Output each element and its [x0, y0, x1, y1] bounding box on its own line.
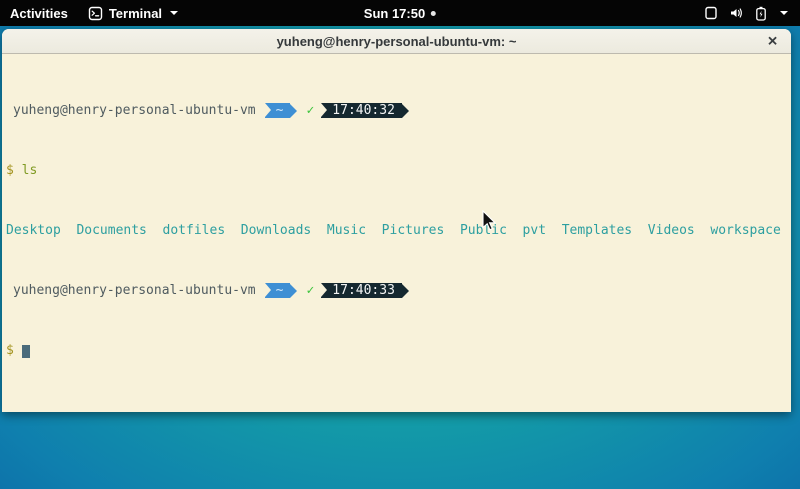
powerline-arrow-icon — [402, 104, 409, 118]
system-menu[interactable] — [692, 0, 800, 26]
desktop-background: Activities Terminal Sun 17:50 — [0, 0, 800, 489]
volume-icon — [729, 6, 744, 20]
prompt-time: 17:40:32 — [332, 103, 395, 118]
prompt-cwd: ~ — [276, 283, 284, 298]
command-line-current[interactable]: $ — [6, 343, 791, 358]
ls-output: Desktop Documents dotfiles Downloads Mus… — [6, 223, 791, 238]
terminal-cursor — [22, 345, 30, 358]
battery-charging-icon — [755, 6, 767, 21]
prompt-line: yuheng@henry-personal-ubuntu-vm ~ ✓ 17:4… — [6, 103, 791, 118]
top-bar: Activities Terminal Sun 17:50 — [0, 0, 800, 26]
app-menu-label: Terminal — [109, 6, 162, 21]
status-check-icon: ✓ — [306, 283, 314, 298]
command-line: $ ls — [6, 163, 791, 178]
prompt-cwd-segment: ~ — [265, 103, 291, 118]
prompt-cwd: ~ — [276, 103, 284, 118]
prompt-username: yuheng@henry-personal-ubuntu-vm — [13, 283, 265, 298]
powerline-arrow-icon — [290, 284, 297, 298]
powerline-arrow-icon — [402, 284, 409, 298]
prompt-time-segment: 17:40:32 — [321, 103, 402, 118]
powerline-arrow-icon — [290, 104, 297, 118]
prompt-time: 17:40:33 — [332, 283, 395, 298]
screen-icon — [704, 6, 718, 20]
chevron-down-icon — [170, 11, 178, 15]
clock-label: Sun 17:50 — [364, 6, 425, 21]
window-title: yuheng@henry-personal-ubuntu-vm: ~ — [277, 34, 517, 49]
activities-button[interactable]: Activities — [0, 0, 78, 26]
activities-label: Activities — [10, 6, 68, 21]
close-button[interactable]: ✕ — [767, 35, 778, 48]
clock-menu[interactable]: Sun 17:50 — [356, 0, 444, 26]
window-titlebar[interactable]: yuheng@henry-personal-ubuntu-vm: ~ ✕ — [2, 29, 791, 54]
chevron-down-icon — [780, 11, 788, 15]
prompt-username: yuheng@henry-personal-ubuntu-vm — [13, 103, 265, 118]
shell-prompt: $ — [6, 163, 14, 178]
mouse-pointer-icon — [482, 210, 498, 232]
prompt-time-segment: 17:40:33 — [321, 283, 402, 298]
prompt-line: yuheng@henry-personal-ubuntu-vm ~ ✓ 17:4… — [6, 283, 791, 298]
terminal-icon — [88, 6, 103, 21]
typed-command: ls — [22, 163, 38, 178]
app-menu[interactable]: Terminal — [78, 0, 188, 26]
status-check-icon: ✓ — [306, 103, 314, 118]
terminal-window: yuheng@henry-personal-ubuntu-vm: ~ ✕ yuh… — [2, 29, 791, 412]
notification-dot — [431, 11, 436, 16]
prompt-cwd-segment: ~ — [265, 283, 291, 298]
shell-prompt: $ — [6, 343, 14, 358]
terminal-content[interactable]: yuheng@henry-personal-ubuntu-vm ~ ✓ 17:4… — [2, 54, 791, 411]
